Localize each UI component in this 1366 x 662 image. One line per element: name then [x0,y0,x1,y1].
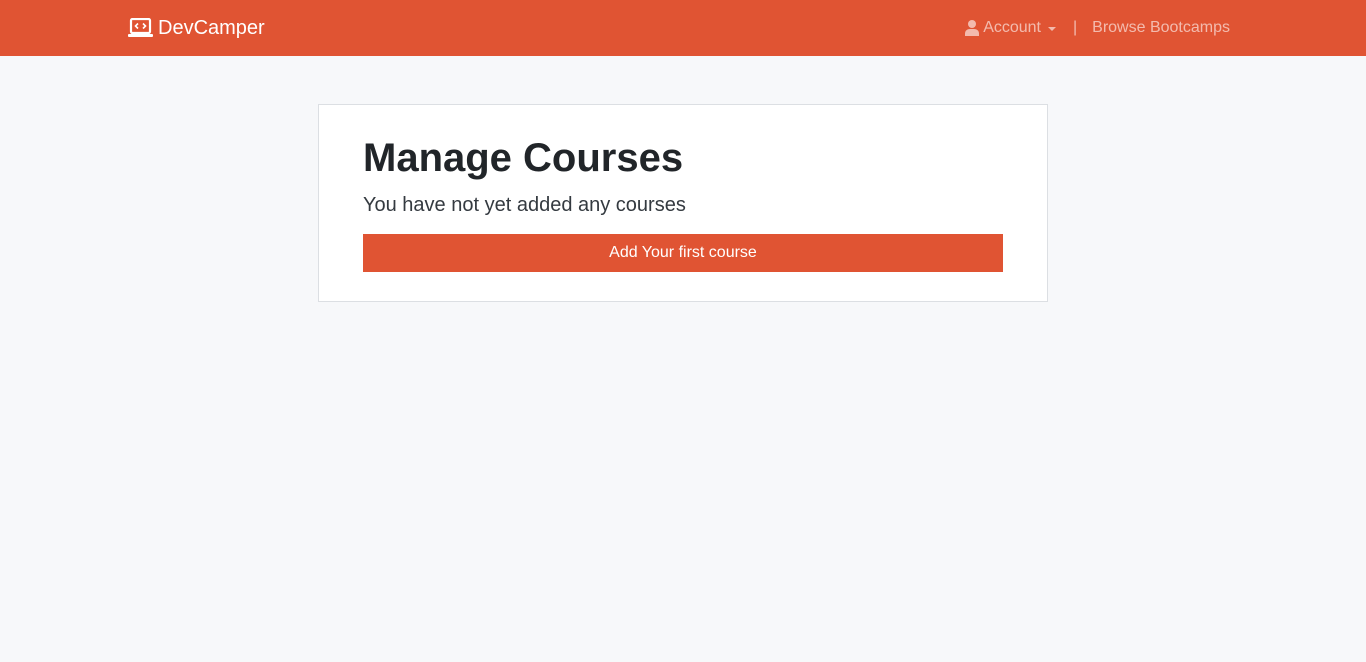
account-dropdown[interactable]: Account [965,19,1056,37]
brand-link[interactable]: DevCamper [128,17,265,40]
browse-bootcamps-link[interactable]: Browse Bootcamps [1092,19,1230,37]
nav-separator: | [1073,19,1078,36]
chevron-down-icon [1048,26,1056,31]
top-navbar: DevCamper Account | Browse Bootcamps [0,0,1366,56]
navbar-right: Account | Browse Bootcamps [965,19,1230,37]
user-icon [965,20,980,36]
laptop-code-icon [128,18,153,38]
page-title: Manage Courses [363,136,684,180]
brand-name: DevCamper [158,16,265,39]
account-label: Account [983,19,1041,36]
empty-state-message: You have not yet added any courses [363,194,686,216]
manage-courses-card: Manage Courses You have not yet added an… [318,104,1048,302]
add-first-course-button[interactable]: Add Your first course [363,234,1003,272]
